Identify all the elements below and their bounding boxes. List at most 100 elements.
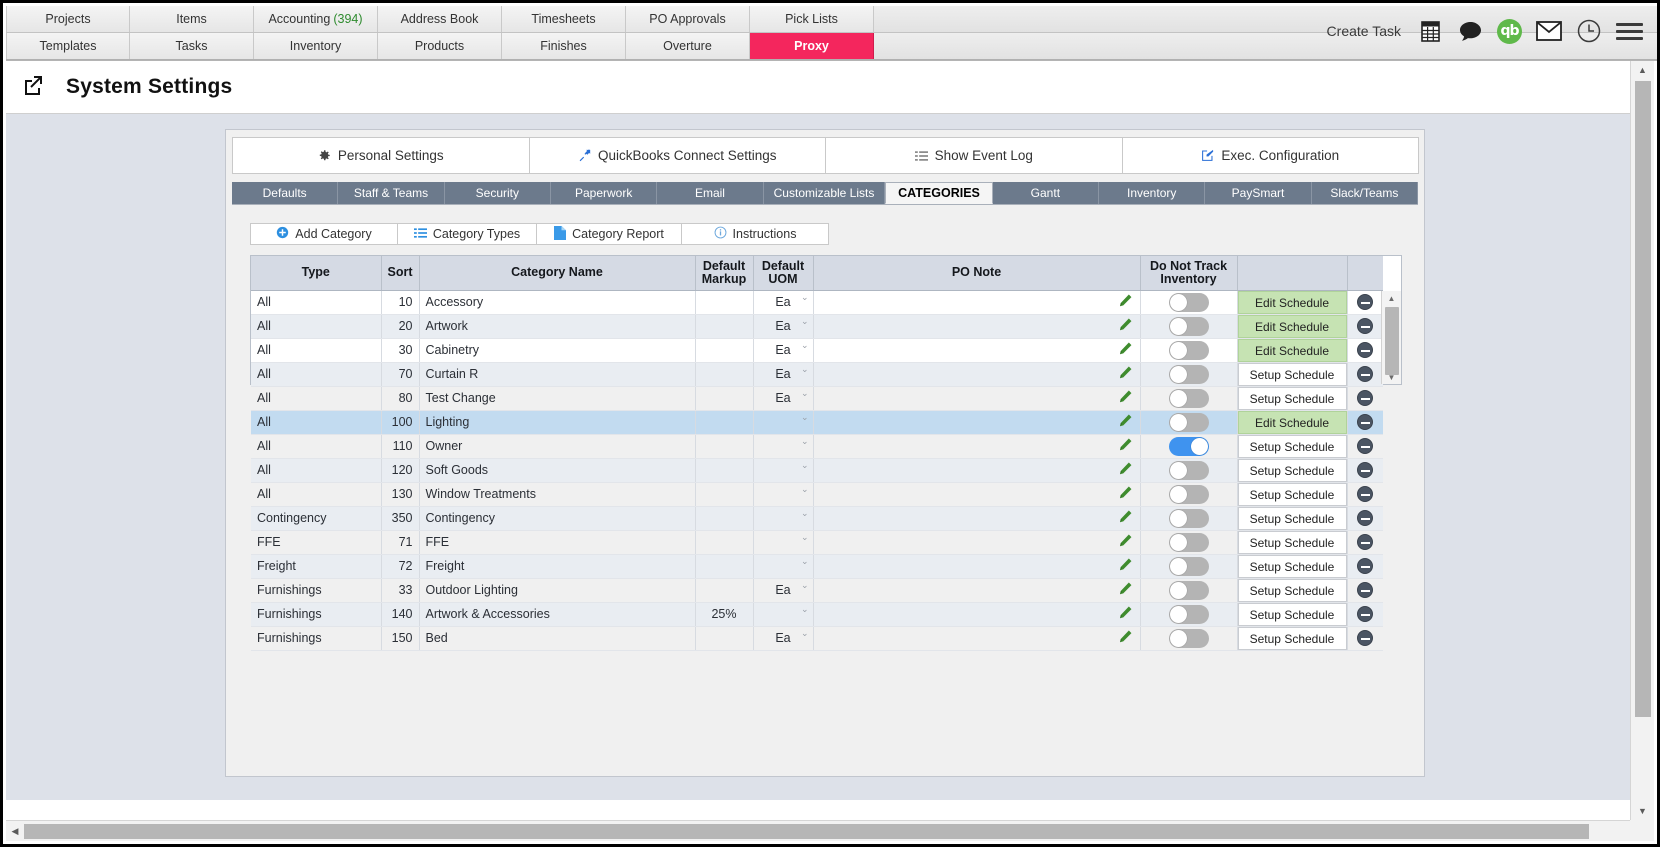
setup-schedule-button[interactable]: Setup Schedule: [1237, 506, 1346, 529]
table-row[interactable]: All 130 Window Treatments ⌄ Setup Schedule: [251, 482, 1383, 507]
chevron-down-icon[interactable]: ⌄: [801, 628, 809, 639]
table-row[interactable]: All 100 Lighting ⌄ Edit Schedule: [251, 410, 1383, 435]
setup-schedule-button[interactable]: Setup Schedule: [1237, 554, 1346, 577]
report-icon[interactable]: [1417, 18, 1443, 44]
table-row[interactable]: Contingency 350 Contingency ⌄ Setup Schedule: [251, 506, 1383, 531]
h-scroll-thumb[interactable]: [24, 823, 1589, 839]
pencil-edit-icon[interactable]: [1119, 486, 1132, 502]
scroll-thumb[interactable]: [1385, 307, 1399, 375]
cell-po-note[interactable]: [813, 434, 1141, 459]
cell-default-markup[interactable]: [695, 506, 754, 531]
cell-do-not-track-inventory[interactable]: [1140, 410, 1238, 435]
cell-default-markup[interactable]: [695, 578, 754, 603]
cell-default-uom[interactable]: ⌄: [753, 410, 814, 435]
remove-row-icon[interactable]: [1357, 582, 1374, 598]
cell-default-uom[interactable]: Ea ⌄: [753, 290, 814, 315]
cell-category-name[interactable]: Contingency: [419, 506, 696, 531]
cell-do-not-track-inventory[interactable]: [1140, 290, 1238, 315]
do-not-track-inventory-toggle[interactable]: [1168, 412, 1209, 432]
do-not-track-inventory-toggle[interactable]: [1168, 556, 1209, 576]
page-horizontal-scrollbar[interactable]: ◀ ▶: [6, 820, 1654, 841]
pencil-edit-icon[interactable]: [1119, 390, 1132, 406]
cell-default-uom[interactable]: ⌄: [753, 482, 814, 507]
cell-po-note[interactable]: [813, 554, 1141, 579]
settings-button-quickbooks-connect-settings[interactable]: QuickBooks Connect Settings: [528, 137, 826, 174]
tab-paysmart[interactable]: PaySmart: [1205, 182, 1312, 204]
remove-row-icon[interactable]: [1357, 294, 1374, 310]
cell-default-uom[interactable]: Ea ⌄: [753, 626, 814, 651]
pencil-edit-icon[interactable]: [1119, 438, 1132, 454]
table-row[interactable]: All 10 Accessory Ea ⌄ Edit Schedule: [251, 290, 1383, 315]
cell-do-not-track-inventory[interactable]: [1140, 386, 1238, 411]
do-not-track-inventory-toggle[interactable]: [1168, 292, 1209, 312]
cell-default-uom[interactable]: Ea ⌄: [753, 362, 814, 387]
setup-schedule-button[interactable]: Setup Schedule: [1237, 602, 1346, 625]
table-row[interactable]: All 80 Test Change Ea ⌄ Setup Schedule: [251, 386, 1383, 411]
chevron-down-icon[interactable]: ⌄: [801, 508, 809, 519]
scroll-up-arrow[interactable]: ▲: [1382, 291, 1401, 305]
col-type[interactable]: Type: [251, 256, 382, 291]
cell-default-uom[interactable]: ⌄: [753, 530, 814, 555]
mail-icon[interactable]: [1536, 18, 1562, 44]
nav-item-projects[interactable]: Projects: [6, 6, 130, 32]
chevron-down-icon[interactable]: ⌄: [801, 388, 809, 399]
cell-default-uom[interactable]: ⌄: [753, 434, 814, 459]
do-not-track-inventory-toggle[interactable]: [1168, 388, 1209, 408]
nav-item-address-book[interactable]: Address Book: [378, 6, 502, 32]
cell-po-note[interactable]: [813, 626, 1141, 651]
page-vertical-scrollbar[interactable]: ▲ ▼: [1630, 61, 1654, 820]
cell-default-uom[interactable]: Ea ⌄: [753, 386, 814, 411]
edit-schedule-button[interactable]: Edit Schedule: [1237, 338, 1346, 361]
pencil-edit-icon[interactable]: [1119, 510, 1132, 526]
do-not-track-inventory-toggle[interactable]: [1168, 340, 1209, 360]
nav-item-finishes[interactable]: Finishes: [502, 33, 626, 59]
cell-do-not-track-inventory[interactable]: [1140, 314, 1238, 339]
do-not-track-inventory-toggle[interactable]: [1168, 604, 1209, 624]
hamburger-menu-icon[interactable]: [1616, 22, 1643, 40]
cell-default-markup[interactable]: [695, 314, 754, 339]
tab-inventory[interactable]: Inventory: [1099, 182, 1206, 204]
cell-do-not-track-inventory[interactable]: [1140, 506, 1238, 531]
do-not-track-inventory-toggle[interactable]: [1168, 364, 1209, 384]
cell-default-markup[interactable]: [695, 338, 754, 363]
table-row[interactable]: All 70 Curtain R Ea ⌄ Setup Schedule: [251, 362, 1383, 387]
cell-default-markup[interactable]: [695, 362, 754, 387]
cell-category-name[interactable]: Accessory: [419, 290, 696, 315]
external-link-icon[interactable]: [22, 74, 44, 101]
cell-category-name[interactable]: Soft Goods: [419, 458, 696, 483]
cell-default-uom[interactable]: Ea ⌄: [753, 578, 814, 603]
tab-defaults[interactable]: Defaults: [232, 182, 339, 204]
remove-row-icon[interactable]: [1357, 510, 1374, 526]
table-row[interactable]: All 120 Soft Goods ⌄ Setup Schedule: [251, 458, 1383, 483]
pencil-edit-icon[interactable]: [1119, 582, 1132, 598]
cell-do-not-track-inventory[interactable]: [1140, 362, 1238, 387]
remove-row-icon[interactable]: [1357, 606, 1374, 622]
table-vertical-scrollbar[interactable]: ▲ ▼: [1381, 291, 1401, 384]
cell-default-uom[interactable]: Ea ⌄: [753, 338, 814, 363]
cell-do-not-track-inventory[interactable]: [1140, 530, 1238, 555]
tab-paperwork[interactable]: Paperwork: [550, 182, 658, 204]
pencil-edit-icon[interactable]: [1119, 558, 1132, 574]
page-scroll-left-arrow[interactable]: ◀: [6, 826, 24, 837]
clock-icon[interactable]: [1576, 18, 1602, 44]
cell-do-not-track-inventory[interactable]: [1140, 434, 1238, 459]
nav-item-overture[interactable]: Overture: [626, 33, 750, 59]
table-row[interactable]: Furnishings 140 Artwork & Accessories 25% ⌄ S…: [251, 602, 1383, 627]
nav-item-pick-lists[interactable]: Pick Lists: [750, 6, 874, 32]
action-button-instructions[interactable]: Instructions: [681, 223, 829, 245]
remove-row-icon[interactable]: [1357, 630, 1374, 646]
chat-icon[interactable]: [1457, 18, 1483, 44]
do-not-track-inventory-toggle[interactable]: [1168, 484, 1209, 504]
remove-row-icon[interactable]: [1357, 342, 1374, 358]
setup-schedule-button[interactable]: Setup Schedule: [1237, 362, 1346, 385]
h-scroll-track[interactable]: [24, 823, 1636, 839]
setup-schedule-button[interactable]: Setup Schedule: [1237, 578, 1346, 601]
remove-row-icon[interactable]: [1357, 414, 1374, 430]
cell-default-markup[interactable]: [695, 626, 754, 651]
table-row[interactable]: Freight 72 Freight ⌄ Setup Schedule: [251, 554, 1383, 579]
setup-schedule-button[interactable]: Setup Schedule: [1237, 482, 1346, 505]
chevron-down-icon[interactable]: ⌄: [801, 604, 809, 615]
chevron-down-icon[interactable]: ⌄: [801, 316, 809, 327]
table-row[interactable]: All 20 Artwork Ea ⌄ Edit Schedule: [251, 314, 1383, 339]
cell-category-name[interactable]: Test Change: [419, 386, 696, 411]
